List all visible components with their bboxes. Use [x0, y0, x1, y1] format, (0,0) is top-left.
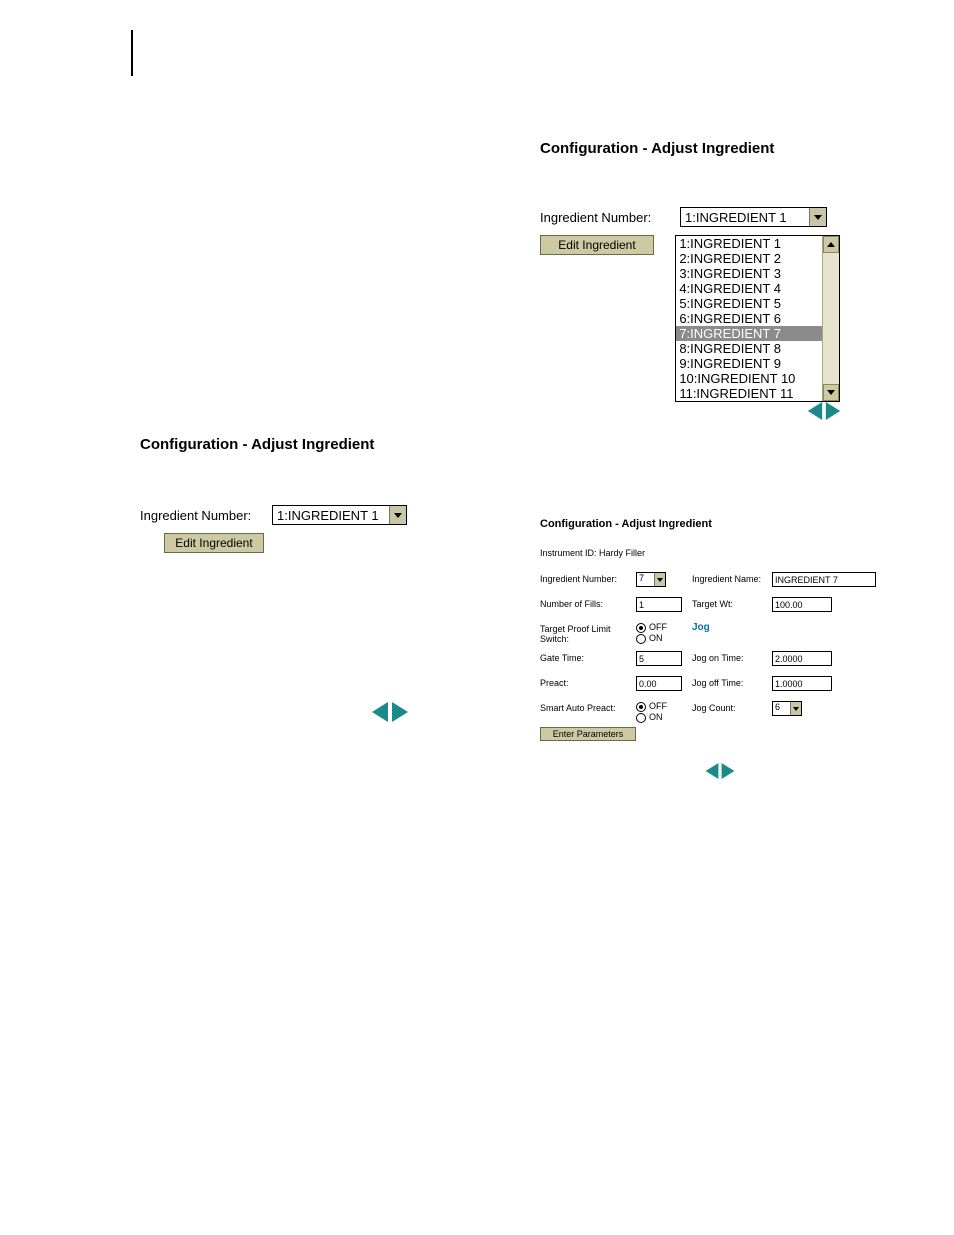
- ingredient-number-label: Ingredient Number:: [540, 210, 680, 225]
- jog-off-time-input[interactable]: 1.0000: [772, 676, 832, 691]
- dropdown-selected-text: 1:INGREDIENT 1: [273, 507, 389, 524]
- nav-arrows: [806, 400, 842, 422]
- scroll-up-button[interactable]: [823, 236, 839, 253]
- ingredient-number-select[interactable]: 7: [636, 572, 666, 587]
- nav-next-icon[interactable]: [824, 400, 842, 422]
- nav-next-icon[interactable]: [390, 700, 410, 724]
- ingredient-name-label: Ingredient Name:: [692, 572, 766, 584]
- ingredient-number-label: Ingredient Number:: [540, 572, 630, 584]
- page-title: Configuration - Adjust Ingredient: [540, 518, 900, 530]
- text-caret: [131, 30, 133, 76]
- radio-off[interactable]: [636, 623, 646, 633]
- panel-adjust-ingredient-detail: Configuration - Adjust Ingredient Instru…: [540, 518, 900, 781]
- page-title: Configuration - Adjust Ingredient: [140, 436, 440, 453]
- target-wt-label: Target Wt:: [692, 597, 766, 609]
- ingredient-number-dropdown[interactable]: 1:INGREDIENT 1: [272, 505, 407, 525]
- scrollbar[interactable]: [822, 236, 839, 401]
- panel-adjust-ingredient-collapsed: Configuration - Adjust Ingredient Ingred…: [140, 436, 440, 561]
- jog-count-label: Jog Count:: [692, 701, 766, 713]
- chevron-down-icon[interactable]: [389, 506, 406, 524]
- chevron-down-icon[interactable]: [809, 208, 826, 226]
- nav-next-icon[interactable]: [720, 761, 736, 781]
- list-item[interactable]: 8:INGREDIENT 8: [676, 341, 823, 356]
- number-of-fills-label: Number of Fills:: [540, 597, 630, 609]
- nav-prev-icon[interactable]: [806, 400, 824, 422]
- gate-time-label: Gate Time:: [540, 651, 630, 663]
- smart-auto-preact-label: Smart Auto Preact:: [540, 701, 630, 713]
- list-item[interactable]: 4:INGREDIENT 4: [676, 281, 823, 296]
- radio-off[interactable]: [636, 702, 646, 712]
- preact-input[interactable]: 0.00: [636, 676, 682, 691]
- preact-label: Preact:: [540, 676, 630, 688]
- jog-section-header: Jog: [692, 622, 766, 633]
- nav-prev-icon[interactable]: [704, 761, 720, 781]
- panel-adjust-ingredient-expanded: Configuration - Adjust Ingredient Ingred…: [540, 140, 840, 410]
- dropdown-selected-text: 1:INGREDIENT 1: [681, 209, 809, 226]
- nav-prev-icon[interactable]: [370, 700, 390, 724]
- jog-on-time-label: Jog on Time:: [692, 651, 766, 663]
- list-item[interactable]: 6:INGREDIENT 6: [676, 311, 823, 326]
- chevron-down-icon[interactable]: [654, 573, 665, 586]
- jog-count-select[interactable]: 6: [772, 701, 802, 716]
- number-of-fills-input[interactable]: 1: [636, 597, 682, 612]
- radio-on[interactable]: [636, 634, 646, 644]
- smart-auto-preact-radio[interactable]: OFF ON: [636, 701, 686, 723]
- list-item[interactable]: 10:INGREDIENT 10: [676, 371, 823, 386]
- list-item[interactable]: 5:INGREDIENT 5: [676, 296, 823, 311]
- nav-arrows: [370, 700, 410, 724]
- page-title: Configuration - Adjust Ingredient: [540, 140, 840, 157]
- edit-ingredient-button[interactable]: Edit Ingredient: [540, 235, 654, 255]
- target-proof-limit-switch-radio[interactable]: OFF ON: [636, 622, 686, 644]
- list-item[interactable]: 1:INGREDIENT 1: [676, 236, 823, 251]
- list-item[interactable]: 2:INGREDIENT 2: [676, 251, 823, 266]
- target-wt-input[interactable]: 100.00: [772, 597, 832, 612]
- instrument-id-label: Instrument ID: Hardy Filler: [540, 548, 900, 558]
- gate-time-input[interactable]: 5: [636, 651, 682, 666]
- nav-arrows: [540, 761, 900, 781]
- list-item[interactable]: 7:INGREDIENT 7: [676, 326, 823, 341]
- list-item[interactable]: 11:INGREDIENT 11: [676, 386, 823, 401]
- radio-on[interactable]: [636, 713, 646, 723]
- edit-ingredient-button[interactable]: Edit Ingredient: [164, 533, 264, 553]
- ingredient-number-label: Ingredient Number:: [140, 508, 272, 523]
- scroll-down-button[interactable]: [823, 384, 839, 401]
- chevron-down-icon[interactable]: [790, 702, 801, 715]
- list-item[interactable]: 3:INGREDIENT 3: [676, 266, 823, 281]
- list-item[interactable]: 9:INGREDIENT 9: [676, 356, 823, 371]
- ingredient-listbox[interactable]: 1:INGREDIENT 12:INGREDIENT 23:INGREDIENT…: [675, 235, 840, 402]
- ingredient-name-input[interactable]: INGREDIENT 7: [772, 572, 876, 587]
- jog-on-time-input[interactable]: 2.0000: [772, 651, 832, 666]
- jog-off-time-label: Jog off Time:: [692, 676, 766, 688]
- ingredient-number-dropdown[interactable]: 1:INGREDIENT 1: [680, 207, 827, 227]
- enter-parameters-button[interactable]: Enter Parameters: [540, 727, 636, 741]
- target-proof-limit-switch-label: Target Proof Limit Switch:: [540, 622, 630, 644]
